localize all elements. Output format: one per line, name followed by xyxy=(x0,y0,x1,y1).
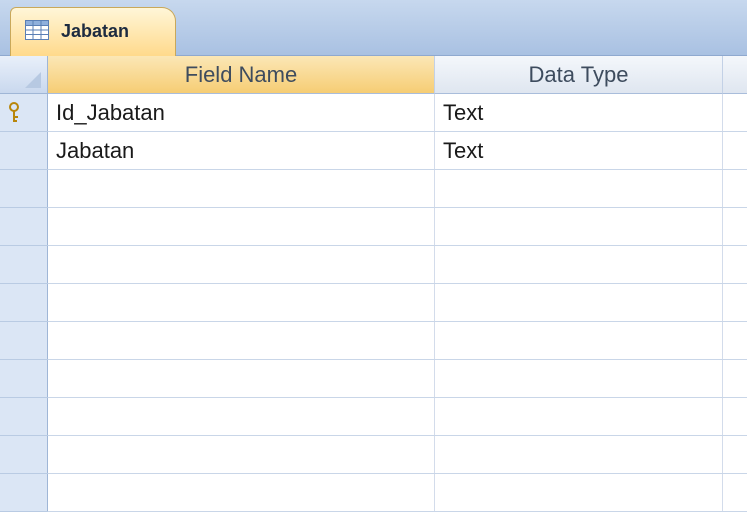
table-row: Jabatan Text xyxy=(48,132,747,170)
table-row xyxy=(48,208,747,246)
row-selector[interactable] xyxy=(0,170,48,208)
data-type-cell[interactable] xyxy=(435,208,723,245)
field-name-cell[interactable] xyxy=(48,474,435,511)
data-type-cell[interactable]: Text xyxy=(435,132,723,169)
data-type-cell[interactable] xyxy=(435,360,723,397)
row-selector[interactable] xyxy=(0,284,48,322)
data-type-cell[interactable] xyxy=(435,398,723,435)
row-selector[interactable] xyxy=(0,436,48,474)
field-name-cell[interactable] xyxy=(48,170,435,207)
table-icon xyxy=(25,20,49,40)
table-row xyxy=(48,360,747,398)
field-name-cell[interactable] xyxy=(48,246,435,283)
row-selector[interactable] xyxy=(0,246,48,284)
column-header-field-name[interactable]: Field Name xyxy=(48,56,435,94)
row-selector[interactable] xyxy=(0,94,48,132)
field-name-cell[interactable] xyxy=(48,398,435,435)
primary-key-icon xyxy=(9,102,19,122)
field-name-cell[interactable]: Jabatan xyxy=(48,132,435,169)
row-selector[interactable] xyxy=(0,474,48,512)
row-selector[interactable] xyxy=(0,322,48,360)
field-name-cell[interactable] xyxy=(48,360,435,397)
row-selector[interactable] xyxy=(0,132,48,170)
table-row: Id_Jabatan Text xyxy=(48,94,747,132)
table-row xyxy=(48,284,747,322)
data-type-cell[interactable] xyxy=(435,436,723,473)
document-tab-bar: Jabatan xyxy=(0,0,747,57)
table-row xyxy=(48,474,747,512)
select-all-corner[interactable] xyxy=(0,56,48,94)
row-selector[interactable] xyxy=(0,398,48,436)
field-name-cell[interactable] xyxy=(48,436,435,473)
field-name-cell[interactable] xyxy=(48,322,435,359)
data-type-cell[interactable] xyxy=(435,474,723,511)
data-type-cell[interactable] xyxy=(435,284,723,321)
data-type-cell[interactable] xyxy=(435,322,723,359)
column-header-data-type[interactable]: Data Type xyxy=(435,56,723,94)
data-type-cell[interactable] xyxy=(435,246,723,283)
tab-label: Jabatan xyxy=(61,21,130,41)
table-row xyxy=(48,322,747,360)
table-row xyxy=(48,436,747,474)
table-row xyxy=(48,398,747,436)
table-design-grid: Field Name Data Type Id_Jabatan Text Jabat… xyxy=(0,56,747,512)
row-selector[interactable] xyxy=(0,360,48,398)
field-name-cell[interactable] xyxy=(48,208,435,245)
field-name-cell[interactable]: Id_Jabatan xyxy=(48,94,435,131)
data-type-cell[interactable] xyxy=(435,170,723,207)
row-selector[interactable] xyxy=(0,208,48,246)
field-name-cell[interactable] xyxy=(48,284,435,321)
column-header-description[interactable] xyxy=(723,56,747,94)
data-type-cell[interactable]: Text xyxy=(435,94,723,131)
table-row xyxy=(48,170,747,208)
tab-jabatan[interactable]: Jabatan xyxy=(10,7,176,57)
table-row xyxy=(48,246,747,284)
